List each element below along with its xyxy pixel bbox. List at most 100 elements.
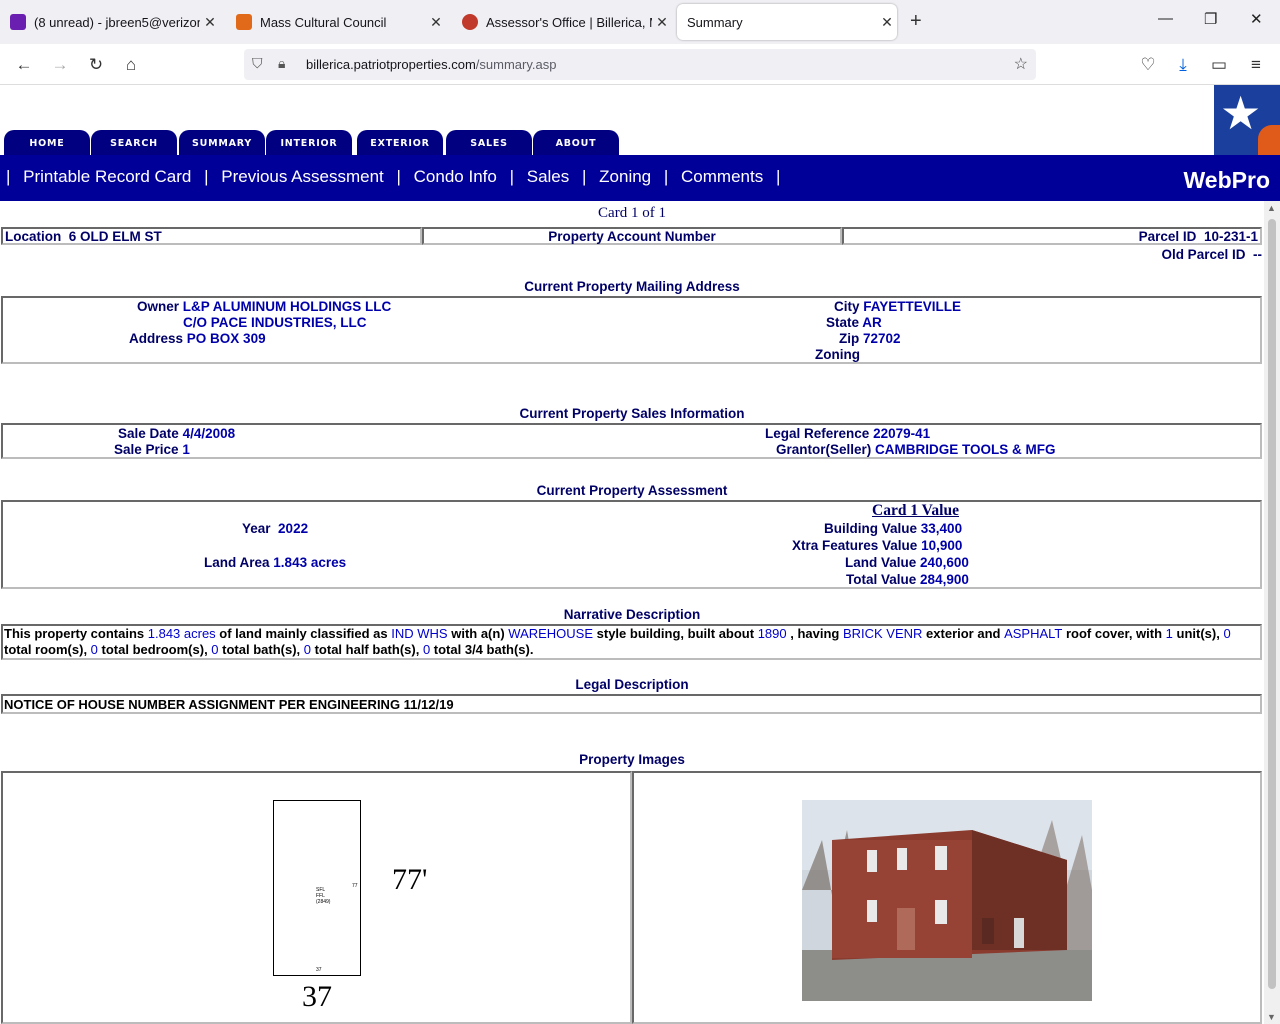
link-comments[interactable]: Comments [681,167,763,186]
menu-icon[interactable]: ≡ [1244,53,1268,77]
card-indicator: Card 1 of 1 [598,205,666,221]
location-cell: Location 6 OLD ELM ST [1,227,422,245]
assessment-title: Current Property Assessment [536,483,728,498]
logo-shape [1258,125,1280,155]
link-previous-assessment[interactable]: Previous Assessment [221,167,384,186]
separator: | [509,167,514,186]
account-label: Property Account Number [548,229,716,244]
close-tab-icon[interactable]: ✕ [652,14,672,31]
lock-icon[interactable]: 🔒︎ [278,55,285,72]
web-page: HOME SEARCH SUMMARY INTERIOR EXTERIOR SA… [0,85,1280,1024]
mailing-box: Owner L&P ALUMINUM HOLDINGS LLC C/O PACE… [1,296,1262,364]
separator: | [396,167,401,186]
new-tab-icon[interactable]: + [910,10,922,33]
tab-title: (8 unread) - jbreen5@verizon.n [34,14,200,30]
sketch-side-dimension: 77' [392,863,428,896]
restore-icon[interactable]: ❐ [1204,10,1217,28]
url-text[interactable]: billerica.patriotproperties.com/summary.… [306,57,556,72]
close-window-icon[interactable]: ✕ [1250,10,1263,28]
summary-content: Card 1 of 1 Location 6 OLD ELM ST Proper… [0,201,1264,1024]
legal-text: NOTICE OF HOUSE NUMBER ASSIGNMENT PER EN… [4,697,454,712]
link-sales[interactable]: Sales [527,167,570,186]
sketch-bottom-dimension: 37 [302,980,332,1013]
forward-icon[interactable]: → [48,53,72,77]
separator: | [204,167,209,186]
owner-text: Owner L&P ALUMINUM HOLDINGS LLC [137,299,392,314]
address-bar[interactable]: ⛉ 🔒︎ billerica.patriotproperties.com/sum… [244,49,1036,80]
building-sketch[interactable]: SFL FFL (2849) 77 37 [273,800,361,976]
mailing-title: Current Property Mailing Address [524,279,740,294]
downloads-icon[interactable]: ⤓ [1171,53,1195,77]
legal-ref-text: Legal Reference 22079-41 [765,426,931,441]
tab-exterior[interactable]: EXTERIOR [357,130,443,155]
sale-price-text: Sale Price 1 [114,442,190,457]
zoning-text: Zoning [815,347,860,362]
sale-date-text: Sale Date 4/4/2008 [118,426,236,441]
sales-title: Current Property Sales Information [519,406,745,421]
sketch-small-bottom: 37 [316,967,322,973]
location-text: Location 6 OLD ELM ST [5,229,162,244]
building-photo[interactable] [802,800,1092,1001]
zip-text: Zip 72702 [839,331,901,346]
narrative-text: This property contains 1.843 acres of la… [4,626,1231,657]
browser-tab-assessor[interactable]: Assessor's Office | Billerica, MA ✕ [452,4,672,40]
photo-panel [632,771,1262,1024]
land-area-text: Land Area 1.843 acres [204,555,347,570]
link-zoning[interactable]: Zoning [599,167,651,186]
sales-box: Sale Date 4/4/2008 Sale Price 1 Legal Re… [1,423,1262,459]
building-value-text: Building Value 33,400 [824,521,963,536]
sidebar-icon[interactable]: ▭ [1207,53,1231,77]
reload-icon[interactable]: ↻ [84,53,108,77]
browser-tab-bar: (8 unread) - jbreen5@verizon.n ✕ Mass Cu… [0,0,1280,44]
link-condo-info[interactable]: Condo Info [414,167,497,186]
tab-home[interactable]: HOME [4,130,90,155]
browser-tab-mail[interactable]: (8 unread) - jbreen5@verizon.n ✕ [0,4,220,40]
browser-tab-summary[interactable]: Summary ✕ [677,4,897,40]
mass-cultural-favicon-icon [236,14,252,30]
legal-box: NOTICE OF HOUSE NUMBER ASSIGNMENT PER EN… [1,694,1262,714]
pocket-icon[interactable]: ♡ [1136,53,1160,77]
close-tab-icon[interactable]: ✕ [426,14,446,31]
assessment-box: Year 2022 Land Area 1.843 acres Card 1 V… [1,500,1262,589]
sketch-area-label: SFL FFL (2849) [316,887,331,905]
images-title: Property Images [579,752,685,767]
separator: | [663,167,669,186]
narrative-title: Narrative Description [563,607,701,622]
card-value-header: Card 1 Value [872,502,959,519]
scroll-up-icon[interactable]: ▲ [1267,203,1276,213]
shield-icon[interactable]: ⛉ [252,55,263,72]
grantor-text: Grantor(Seller) CAMBRIDGE TOOLS & MFG [776,442,1056,457]
tab-search[interactable]: SEARCH [91,130,177,155]
minimize-icon[interactable]: — [1158,10,1173,27]
tab-interior[interactable]: INTERIOR [266,130,352,155]
scroll-thumb[interactable] [1268,219,1276,989]
separator: | [6,167,11,186]
page-scrollbar[interactable]: ▲ ▼ [1264,201,1280,1024]
land-value-text: Land Value 240,600 [845,555,969,570]
brand-label: WebPro [1183,167,1270,193]
parcel-cell: Parcel ID 10-231-1 [842,227,1262,245]
site-header: HOME SEARCH SUMMARY INTERIOR EXTERIOR SA… [0,85,1280,155]
city-text: City FAYETTEVILLE [834,299,962,314]
state-text: State AR [826,315,882,330]
scroll-down-icon[interactable]: ▼ [1267,1012,1276,1022]
close-tab-icon[interactable]: ✕ [877,14,897,31]
link-printable-record-card[interactable]: Printable Record Card [23,167,191,186]
star-icon: ★ [1220,87,1262,139]
tab-sales[interactable]: SALES [446,130,532,155]
old-parcel-text: Old Parcel ID -- [1161,247,1262,262]
tab-summary[interactable]: SUMMARY [179,130,265,155]
owner-line2: C/O PACE INDUSTRIES, LLC [183,315,367,330]
tab-title: Assessor's Office | Billerica, MA [486,14,652,30]
account-cell: Property Account Number [422,227,842,245]
tab-title: Summary [687,14,743,30]
close-tab-icon[interactable]: ✕ [200,14,220,31]
back-icon[interactable]: ← [12,53,36,77]
bookmark-star-icon[interactable]: ☆ [1014,54,1028,74]
browser-tab-mass-cultural[interactable]: Mass Cultural Council ✕ [226,4,446,40]
mail-favicon-icon [10,14,26,30]
tab-about[interactable]: ABOUT [533,130,619,155]
separator: | [775,167,781,186]
separator: | [582,167,587,186]
home-icon[interactable]: ⌂ [119,53,143,77]
